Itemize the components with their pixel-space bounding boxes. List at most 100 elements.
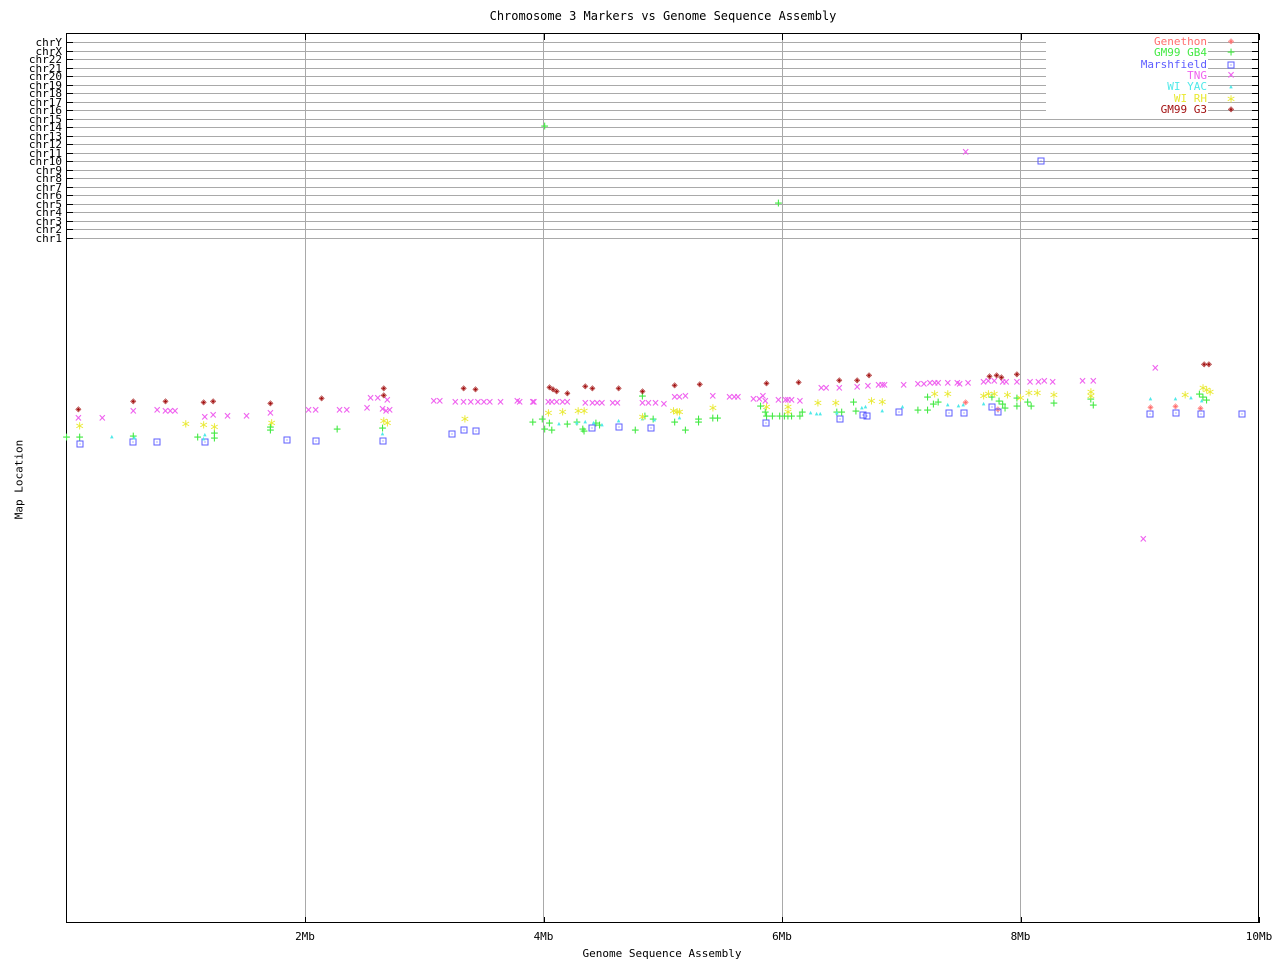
scatter-point-wi-yac: ▴: [899, 402, 906, 412]
scatter-point-gm99-g3: ◈: [866, 370, 873, 381]
x-tick-mark: [1021, 34, 1022, 40]
scatter-point-marshfield: [960, 409, 968, 417]
scatter-point-gm99-g3: ◈: [582, 381, 589, 392]
scatter-point-marshfield: [647, 424, 655, 432]
scatter-point-tng: ×: [681, 389, 690, 404]
scatter-point-wi-rh: ∗: [929, 384, 940, 403]
scatter-point-wi-yac: ▴: [651, 415, 658, 425]
scatter-point-tng: ×: [451, 395, 460, 410]
scatter-point-wi-yac: ▴: [1147, 394, 1154, 404]
scatter-point-gm99-g3: ◈: [615, 383, 622, 394]
scatter-point-wi-rh: ∗: [180, 414, 191, 433]
scatter-point-tng: ×: [899, 378, 908, 393]
scatter-point-tng: ×: [660, 397, 668, 412]
chart-canvas: Chromosome 3 Markers vs Genome Sequence …: [0, 0, 1280, 960]
y-tick-mark: [67, 153, 73, 154]
y-tick-mark: [1252, 187, 1258, 188]
x-tick-label: 10Mb: [1245, 930, 1273, 943]
scatter-point-tng: ×: [733, 390, 742, 405]
scatter-point-marshfield: [1197, 410, 1205, 418]
x-tick-label: 2Mb: [295, 930, 315, 943]
y-tick-mark: [67, 238, 73, 239]
x-tick-mark: [305, 917, 306, 923]
scatter-point-tng: ×: [153, 403, 162, 418]
scatter-point-gm99-g3: ◈: [1013, 369, 1020, 380]
chromosome-gridline: [68, 221, 1258, 222]
scatter-point-gm99-g3: ◈: [564, 388, 571, 399]
x-gridline: [543, 34, 544, 922]
y-tick-mark: [67, 187, 73, 188]
scatter-point-gm99-gb4: +: [1027, 399, 1036, 414]
x-gridline: [781, 34, 783, 922]
scatter-point-tng: ×: [171, 404, 179, 419]
scatter-point-gm99-g3: ◈: [589, 383, 596, 394]
scatter-point-marshfield: [863, 412, 871, 420]
scatter-point-tng: ×: [242, 409, 251, 424]
scatter-point-gm99-gb4: +: [333, 422, 342, 437]
scatter-point-gm99-gb4: +: [62, 430, 71, 445]
scatter-point-wi-rh: ∗: [1049, 385, 1059, 404]
y-tick-mark: [1252, 119, 1258, 120]
x-tick-mark: [544, 917, 545, 923]
scatter-point-tng: ×: [795, 394, 804, 409]
scatter-point-tng: ×: [613, 396, 622, 411]
y-tick-mark: [1252, 161, 1258, 162]
chromosome-gridline: [68, 195, 1258, 196]
scatter-point-wi-rh: ∗: [877, 392, 887, 411]
scatter-point-gm99-g3: ◈: [836, 375, 843, 386]
y-tick-mark: [67, 68, 73, 69]
scatter-point-gm99-g3: ◈: [75, 404, 82, 415]
scatter-point-wi-rh: ∗: [382, 413, 393, 432]
scatter-point-marshfield: [312, 437, 320, 445]
y-tick-mark: [67, 76, 73, 77]
scatter-point-wi-yac: ▴: [615, 416, 622, 426]
x-tick-mark: [1259, 34, 1260, 40]
scatter-point-tng: ×: [880, 378, 889, 393]
x-tick-mark: [782, 917, 783, 923]
y-tick-label: chr1: [35, 232, 63, 245]
legend-label-wi-rh: WI RH: [1046, 92, 1208, 104]
scatter-point-tng: ×: [515, 395, 524, 410]
scatter-point-gm99-g3: ◈: [267, 398, 274, 409]
x-tick-mark: [544, 34, 545, 40]
scatter-point-gm99-g3: ◈: [998, 372, 1005, 383]
y-tick-mark: [67, 195, 73, 196]
scatter-point-gm99-g3: ◈: [854, 375, 861, 386]
scatter-point-gm99-g3: ◈: [380, 390, 387, 401]
y-tick-mark: [1252, 93, 1258, 94]
y-tick-mark: [67, 136, 73, 137]
legend-label-gm99-gb4: GM99 GB4: [1046, 47, 1208, 59]
scatter-point-gm99-g3: ◈: [130, 396, 137, 407]
chromosome-gridline: [68, 238, 1258, 239]
scatter-point-wi-rh: ∗: [1002, 385, 1013, 404]
x-gridline: [304, 34, 306, 922]
y-tick-mark: [67, 161, 73, 162]
legend-label-wi-yac: WI YAC: [1046, 81, 1208, 93]
scatter-point-gm99-gb4: +: [540, 119, 549, 134]
scatter-point-wi-rh: ∗: [866, 391, 877, 410]
scatter-point-tng: ×: [530, 395, 538, 410]
y-tick-mark: [1252, 42, 1258, 43]
scatter-point-gm99-gb4: +: [914, 403, 922, 418]
y-tick-mark: [1252, 153, 1258, 154]
y-tick-mark: [1252, 136, 1258, 137]
scatter-point-marshfield: [762, 419, 770, 427]
y-tick-mark: [67, 204, 73, 205]
scatter-point-tng: ×: [961, 145, 970, 160]
legend-label-gm99-g3: GM99 G3: [1046, 103, 1208, 115]
scatter-point-wi-yac: ▴: [590, 418, 597, 428]
scatter-point-marshfield: [945, 409, 953, 417]
scatter-point-tng: ×: [129, 404, 138, 419]
scatter-point-gm99-gb4: +: [681, 423, 690, 438]
scatter-point-gm99-g3: ◈: [162, 396, 169, 407]
scatter-point-tng: ×: [955, 377, 964, 392]
scatter-point-tng: ×: [342, 403, 351, 418]
chromosome-gridline: [68, 127, 1258, 128]
scatter-point-wi-rh: ∗: [830, 393, 841, 412]
scatter-point-wi-rh: ∗: [198, 415, 209, 434]
scatter-point-tng: ×: [98, 411, 107, 426]
scatter-point-wi-rh: ∗: [942, 384, 953, 403]
x-tick-mark: [1259, 917, 1260, 923]
scatter-point-tng: ×: [822, 381, 831, 396]
chromosome-gridline: [68, 212, 1258, 213]
